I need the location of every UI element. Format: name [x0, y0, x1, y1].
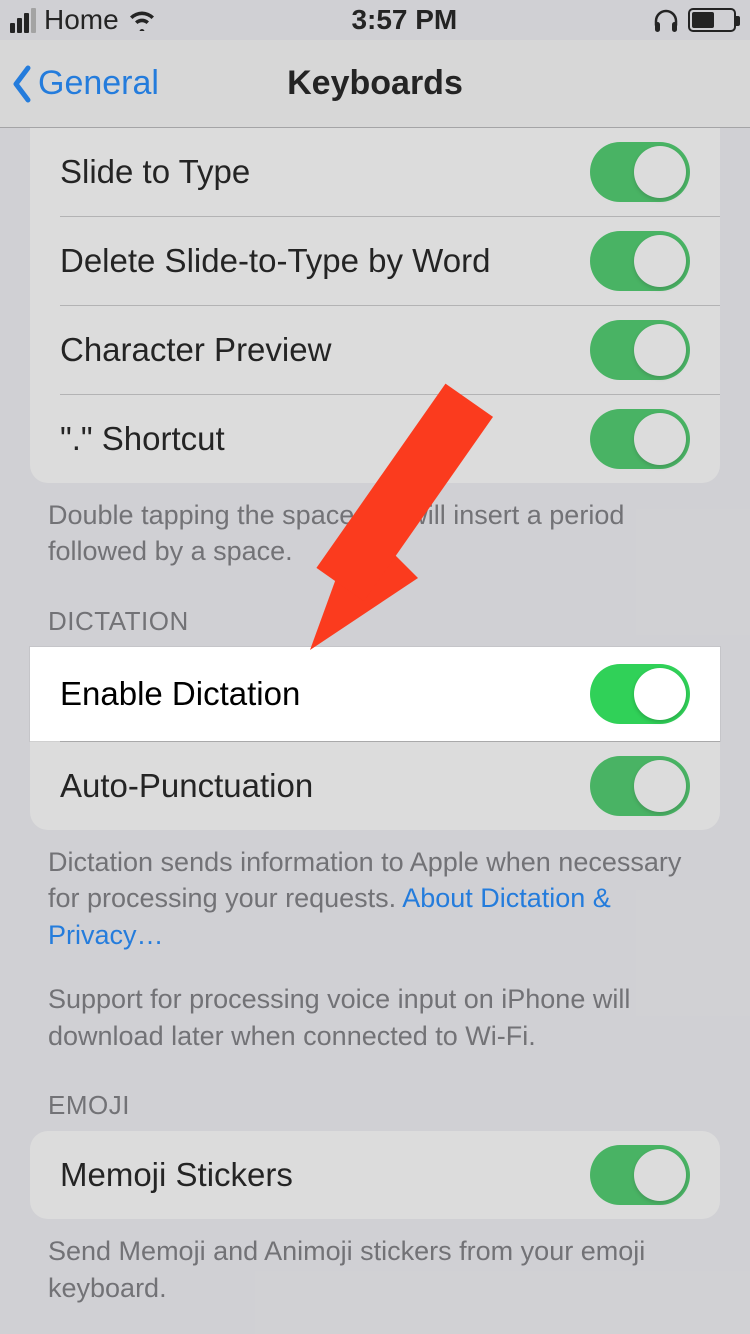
row-memoji-stickers[interactable]: Memoji Stickers	[30, 1131, 720, 1219]
row-label: Memoji Stickers	[60, 1156, 293, 1194]
footer-period-shortcut: Double tapping the space bar will insert…	[0, 483, 750, 570]
row-label: Delete Slide-to-Type by Word	[60, 242, 490, 280]
row-period-shortcut[interactable]: "." Shortcut	[30, 395, 720, 483]
cellular-signal-icon	[10, 8, 36, 33]
row-label: Enable Dictation	[60, 675, 300, 713]
switch-slide-to-type[interactable]	[590, 142, 690, 202]
switch-enable-dictation[interactable]	[590, 664, 690, 724]
row-label: "." Shortcut	[60, 420, 225, 458]
switch-period-shortcut[interactable]	[590, 409, 690, 469]
row-label: Slide to Type	[60, 153, 250, 191]
footer-dictation-download: Support for processing voice input on iP…	[0, 953, 750, 1054]
section-header-dictation: DICTATION	[0, 570, 750, 647]
chevron-left-icon	[10, 64, 34, 104]
footer-dictation-privacy: Dictation sends information to Apple whe…	[0, 830, 750, 953]
row-character-preview[interactable]: Character Preview	[30, 306, 720, 394]
row-slide-to-type[interactable]: Slide to Type	[30, 128, 720, 216]
footer-memoji: Send Memoji and Animoji stickers from yo…	[0, 1219, 750, 1306]
switch-delete-slide-by-word[interactable]	[590, 231, 690, 291]
switch-auto-punctuation[interactable]	[590, 756, 690, 816]
section-header-emoji: EMOJI	[0, 1054, 750, 1131]
group-emoji: Memoji Stickers	[30, 1131, 720, 1219]
row-label: Character Preview	[60, 331, 331, 369]
status-left: Home	[10, 4, 157, 36]
back-button[interactable]: General	[0, 64, 159, 104]
headphones-icon	[652, 7, 680, 33]
row-auto-punctuation[interactable]: Auto-Punctuation	[30, 742, 720, 830]
carrier-label: Home	[44, 4, 119, 36]
highlight-enable-dictation[interactable]: Enable Dictation	[30, 647, 720, 741]
status-right	[652, 7, 736, 33]
status-time: 3:57 PM	[351, 4, 457, 36]
row-delete-slide-by-word[interactable]: Delete Slide-to-Type by Word	[30, 217, 720, 305]
wifi-icon	[127, 9, 157, 31]
back-label: General	[38, 64, 159, 103]
status-bar: Home 3:57 PM	[0, 0, 750, 40]
switch-memoji-stickers[interactable]	[590, 1145, 690, 1205]
battery-icon	[688, 8, 736, 32]
switch-character-preview[interactable]	[590, 320, 690, 380]
group-keyboard-options: Slide to Type Delete Slide-to-Type by Wo…	[30, 128, 720, 483]
nav-bar: General Keyboards	[0, 40, 750, 128]
row-label: Auto-Punctuation	[60, 767, 313, 805]
